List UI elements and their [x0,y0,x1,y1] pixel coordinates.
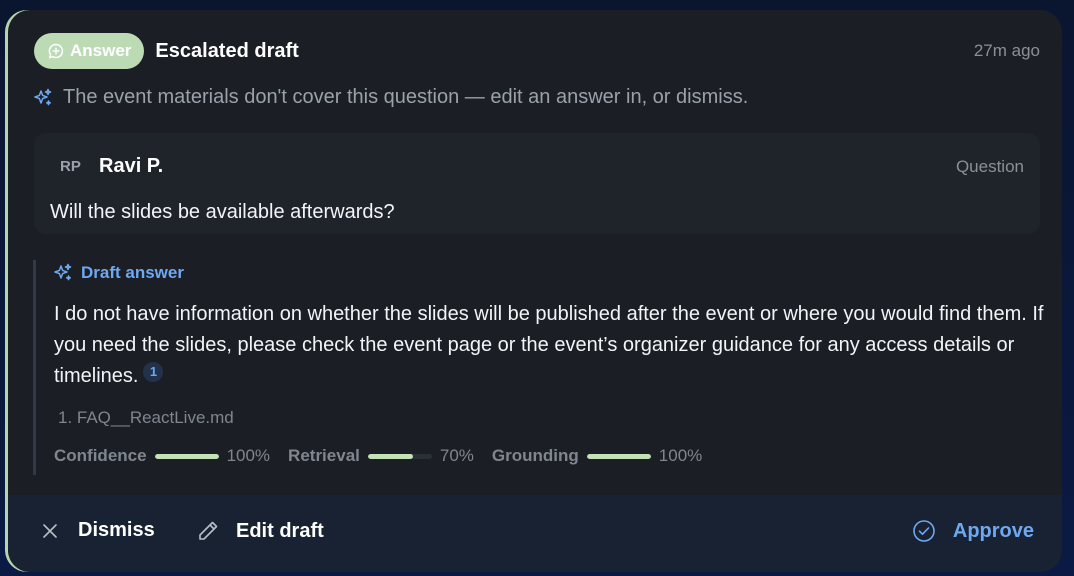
check-circle-icon [912,519,936,543]
draft-answer-header: Draft answer [53,263,184,283]
metrics-row: Confidence 100% Retrieval 70% Grounding … [54,446,720,466]
draft-answer-block: Draft answer I do not have information o… [33,260,1044,475]
approve-label: Approve [952,519,1034,542]
card-header: Answer Escalated draft 27m ago [34,33,1040,69]
question-author: Ravi P. [99,155,164,177]
metric-value: 100% [658,446,703,465]
metric-retrieval: Retrieval 70% [288,446,474,466]
draft-answer-body: I do not have information on whether the… [54,303,1044,387]
avatar: RP [60,158,81,175]
draft-answer-heading: Draft answer [81,263,184,282]
dismiss-button[interactable]: Dismiss [40,519,155,542]
metric-value: 70% [439,446,474,465]
card-body: Answer Escalated draft 27m ago The event… [8,10,1062,495]
question-tag: Question [955,156,1024,176]
question-block: RP Ravi P. Question Will the slides be a… [34,133,1040,234]
question-text: Will the slides be available afterwards? [50,201,395,223]
metric-grounding: Grounding 100% [492,446,702,466]
answer-badge-label: Answer [70,41,132,60]
metric-label: Retrieval [288,446,360,465]
coverage-notice: The event materials don't cover this que… [33,86,748,109]
metric-bar-fill [154,453,219,459]
edit-draft-label: Edit draft [236,519,324,542]
metric-bar [154,453,219,459]
edit-draft-button[interactable]: Edit draft [196,519,324,543]
metric-bar-fill [367,453,413,459]
pencil-icon [196,519,220,543]
escalated-draft-card: Answer Escalated draft 27m ago The event… [8,10,1062,572]
metric-bar [586,453,651,459]
metric-bar-fill [586,453,651,459]
source-list: 1. FAQ__ReactLive.md [58,408,234,428]
card-title: Escalated draft [155,39,299,62]
sparkle-icon [53,263,73,283]
answer-badge: Answer [34,33,145,69]
chat-plus-icon [48,43,64,59]
metric-bar [367,453,432,459]
metric-confidence: Confidence 100% [54,446,270,466]
close-icon [40,521,60,541]
draft-answer-text: I do not have information on whether the… [54,299,1044,392]
question-header: RP Ravi P. Question [60,155,1024,178]
metric-label: Grounding [491,446,579,465]
source-item[interactable]: 1. FAQ__ReactLive.md [58,408,234,427]
coverage-notice-text: The event materials don't cover this que… [63,86,749,108]
dismiss-label: Dismiss [78,519,155,541]
metric-value: 100% [226,446,271,465]
metric-label: Confidence [54,446,147,465]
sparkle-icon [33,88,53,108]
timestamp: 27m ago [973,41,1040,60]
approve-button[interactable]: Approve [912,519,1034,543]
action-bar: Dismiss Edit draft Approve [8,495,1062,572]
citation-marker[interactable]: 1 [143,362,164,382]
